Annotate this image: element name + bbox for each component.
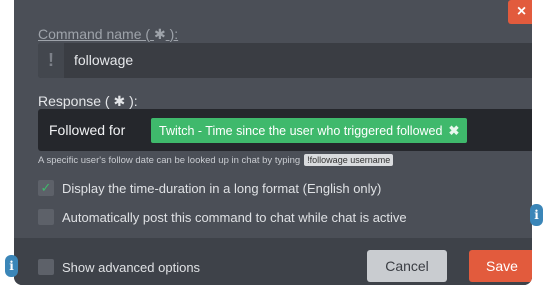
variable-chip[interactable]: Twitch - Time since the user who trigger… <box>151 118 468 143</box>
option-advanced[interactable]: Show advanced options <box>38 259 200 275</box>
info-icon[interactable]: i <box>530 204 543 226</box>
command-name-input[interactable]: followage <box>74 43 133 78</box>
info-icon[interactable]: i <box>5 255 18 277</box>
long-format-checkbox[interactable]: ✓ <box>38 180 54 196</box>
command-dialog: × Command name ( ✱ ): ! followage Respon… <box>14 0 532 285</box>
auto-post-label: Automatically post this command to chat … <box>62 209 407 225</box>
response-input[interactable]: Followed for Twitch - Time since the use… <box>38 109 532 151</box>
advanced-label: Show advanced options <box>62 259 201 275</box>
hint-text: A specific user's follow date can be loo… <box>38 154 394 166</box>
checkmark-icon: ✓ <box>40 180 52 195</box>
option-auto-post[interactable]: Automatically post this command to chat … <box>38 209 407 225</box>
command-name-label: Command name ( ✱ ): <box>38 26 179 42</box>
required-icon: ✱ <box>113 93 126 109</box>
option-long-format[interactable]: ✓ Display the time-duration in a long fo… <box>38 180 381 196</box>
cancel-button[interactable]: Cancel <box>367 250 447 282</box>
close-button[interactable]: × <box>508 0 532 24</box>
hint-code: !followage username <box>304 154 394 166</box>
advanced-checkbox[interactable] <box>38 259 54 275</box>
required-icon: ✱ <box>153 26 166 42</box>
long-format-label: Display the time-duration in a long form… <box>62 180 382 196</box>
response-label: Response ( ✱ ): <box>38 93 138 109</box>
close-icon: × <box>516 3 527 20</box>
auto-post-checkbox[interactable] <box>38 209 54 225</box>
exclamation-icon: ! <box>38 43 64 78</box>
command-name-field[interactable]: ! followage <box>38 43 532 78</box>
save-button[interactable]: Save <box>469 250 532 282</box>
response-text: Followed for <box>49 122 126 138</box>
variable-chip-label: Twitch - Time since the user who trigger… <box>159 123 443 138</box>
chip-remove-icon[interactable]: ✖ <box>448 123 459 139</box>
